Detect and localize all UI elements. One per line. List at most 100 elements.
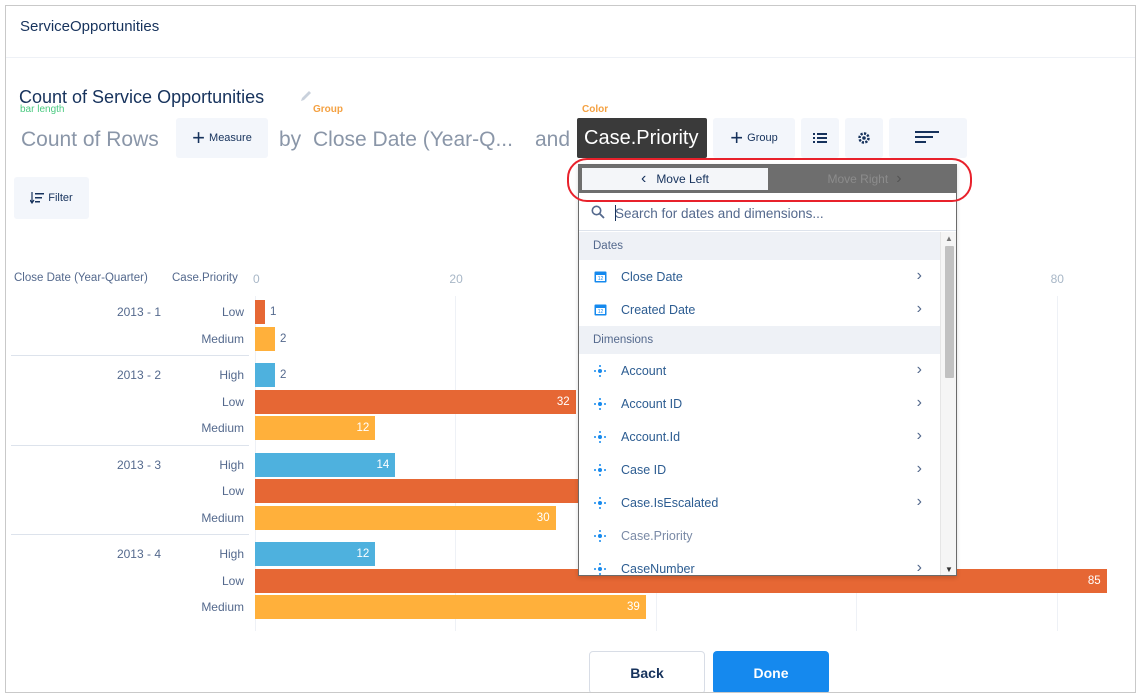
axis-tick-label: 0 [253, 272, 260, 286]
priority-label: Medium [201, 600, 244, 614]
dimension-item-label: Case.IsEscalated [621, 495, 719, 510]
group-label: Group [313, 104, 343, 115]
dimension-item[interactable]: Case.Priority [579, 519, 940, 552]
column-header-close-date[interactable]: Close Date (Year-Quarter) [14, 272, 148, 284]
dimension-icon [593, 529, 607, 543]
dimension-item[interactable]: 12 Close Date › [579, 260, 940, 293]
dimension-item-label: Account [621, 363, 667, 378]
list-icon [813, 133, 827, 143]
measure-value[interactable]: Count of Rows [21, 128, 159, 152]
chevron-right-icon[interactable]: › [917, 267, 922, 285]
dimension-item[interactable]: Account ID › [579, 387, 940, 420]
section-header-dates: Dates [579, 232, 940, 260]
filter-button[interactable]: Filter [14, 177, 89, 219]
move-right-label: Move Right [827, 172, 889, 186]
bar-value-label: 30 [536, 511, 550, 524]
bar-medium[interactable] [255, 505, 556, 530]
by-label: by [279, 128, 302, 151]
group-label-quarter: 2013 - 4 [116, 547, 161, 561]
scroll-thumb[interactable] [945, 246, 954, 378]
group-value[interactable]: Close Date (Year-Q... [313, 128, 513, 152]
search-row [579, 195, 956, 231]
scroll-up-arrow-icon[interactable]: ▲ [941, 234, 956, 243]
section-header-dimensions: Dimensions [579, 326, 940, 354]
group-separator [11, 444, 249, 446]
dimension-item[interactable]: Account › [579, 354, 940, 387]
bar-medium[interactable] [255, 326, 276, 351]
bar-value-label: 2 [280, 332, 287, 345]
dimension-icon [593, 397, 607, 411]
svg-text:12: 12 [597, 276, 603, 282]
bar-low[interactable] [255, 300, 266, 324]
chevron-right-icon[interactable]: › [917, 300, 922, 318]
group-separator [11, 355, 249, 356]
search-input[interactable] [615, 201, 945, 225]
priority-label: Low [221, 305, 244, 319]
priority-label: High [219, 547, 244, 561]
move-left-button[interactable]: ‹ Move Left [582, 168, 768, 190]
move-left-label: Move Left [656, 172, 710, 186]
bar-low[interactable] [255, 479, 585, 503]
dimension-item-label: Case ID [621, 462, 667, 477]
group-label-quarter: 2013 - 3 [116, 457, 161, 472]
bar-value-label: 14 [376, 458, 390, 471]
dimension-item-label: Account ID [621, 396, 683, 411]
bar-value-label: 39 [626, 601, 640, 613]
list-view-button[interactable] [801, 118, 839, 158]
add-measure-button[interactable]: + Measure [176, 118, 268, 158]
bar-value-label: 12 [356, 548, 370, 560]
calendar-icon: 12 [593, 270, 607, 284]
calendar-icon: 12 [593, 303, 607, 317]
group-separator [11, 534, 249, 535]
add-measure-label: Measure [209, 132, 252, 144]
dimension-icon [593, 496, 607, 510]
chevron-right-icon[interactable]: › [917, 361, 922, 379]
pencil-icon[interactable] [298, 88, 314, 104]
color-value-pill[interactable]: Case.Priority [577, 118, 707, 158]
column-header-priority[interactable]: Case.Priority [172, 272, 238, 284]
plus-icon: + [192, 125, 206, 150]
and-label: and [535, 128, 571, 151]
dimension-item-label: CaseNumber [621, 561, 695, 576]
search-icon [591, 205, 605, 219]
chevron-right-icon[interactable]: › [917, 460, 922, 478]
bar-low[interactable] [255, 389, 576, 414]
add-group-label: Group [747, 132, 778, 144]
dimension-item[interactable]: CaseNumber › [579, 552, 940, 576]
svg-text:12: 12 [597, 309, 603, 315]
dimension-item-label: Created Date [621, 302, 696, 317]
bar-value-label: 1 [270, 306, 277, 318]
text-cursor [615, 205, 616, 221]
dimension-list: Dates 12 Close Date › 12 Created Date › Dimensi… [579, 232, 940, 576]
sort-button[interactable] [889, 118, 967, 158]
app-frame: ServiceOpportunities Count of Service Op… [5, 5, 1136, 693]
add-group-button[interactable]: + Group [713, 118, 795, 158]
dimension-item[interactable]: Account.Id › [579, 420, 940, 453]
dimension-icon [593, 562, 607, 576]
axis-tick-label: 80 [1050, 272, 1064, 286]
chevron-right-icon[interactable]: › [917, 394, 922, 412]
scroll-down-arrow-icon[interactable]: ▼ [941, 565, 956, 574]
dimension-dropdown: ‹ Move Left Move Right › Dates 12 Close Da… [578, 164, 957, 576]
chevron-right-icon[interactable]: › [917, 493, 922, 511]
move-nav-bar: ‹ Move Left Move Right › [579, 165, 956, 193]
dimension-item[interactable]: Case ID › [579, 453, 940, 486]
scrollbar[interactable]: ▲ ▼ [940, 232, 956, 575]
priority-label: Medium [201, 331, 244, 346]
chevron-right-icon[interactable]: › [917, 559, 922, 575]
bar-value-label: 2 [280, 369, 287, 381]
settings-button[interactable] [845, 118, 883, 158]
bar-high[interactable] [255, 363, 276, 387]
dimension-item-label: Case.Priority [621, 528, 693, 543]
back-button[interactable]: Back [589, 651, 705, 692]
chevron-right-icon[interactable]: › [917, 427, 922, 445]
done-button[interactable]: Done [713, 651, 829, 692]
bar-medium[interactable] [255, 595, 646, 619]
priority-label: Low [221, 394, 244, 409]
dimension-item[interactable]: Case.IsEscalated › [579, 486, 940, 519]
filter-label: Filter [48, 192, 73, 204]
dimension-icon [593, 463, 607, 477]
dimension-item[interactable]: 12 Created Date › [579, 293, 940, 326]
dimension-item-label: Account.Id [621, 429, 681, 444]
sort-icon [915, 131, 939, 143]
